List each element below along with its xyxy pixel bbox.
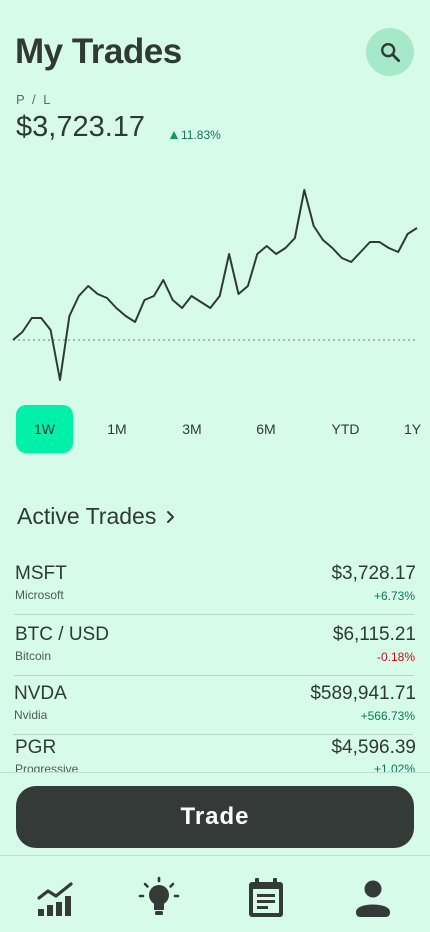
trade-symbol: BTC / USD [15, 624, 109, 645]
profile-icon [356, 880, 390, 917]
trade-change: -0.18% [376, 650, 415, 664]
trade-price: $3,728.17 [331, 563, 416, 584]
range-1y-button[interactable]: 1Y [404, 405, 430, 453]
trade-symbol: MSFT [15, 563, 67, 584]
trade-price: $4,596.39 [331, 737, 416, 758]
active-trades-title: Active Trades [17, 503, 157, 529]
pl-change-value: 11.83% [181, 128, 221, 142]
time-range-selector: 1W 1M 3M 6M YTD 1Y [0, 405, 430, 453]
calendar-icon [249, 878, 283, 917]
trade-change: +6.73% [373, 589, 415, 603]
trade-row-pgr[interactable]: PGR Progressive $4,596.39 +1.02% [14, 731, 416, 773]
active-trades-link[interactable]: Active Trades [17, 503, 176, 530]
nav-item-performance[interactable] [35, 876, 79, 920]
bottom-nav [0, 855, 430, 932]
trade-button[interactable]: Trade [16, 786, 414, 848]
chart-series-line [12, 189, 418, 381]
trade-row-msft[interactable]: MSFT Microsoft $3,728.17 +6.73% [14, 555, 416, 615]
chart-icon [37, 882, 73, 916]
trade-name: Bitcoin [15, 649, 52, 663]
trade-symbol: NVDA [14, 683, 67, 704]
chevron-right-icon [167, 510, 175, 523]
trade-row-nvda[interactable]: NVDA Nvidia $589,941.71 +566.73% [13, 675, 416, 735]
pl-change-badge: 11.83% [170, 128, 221, 142]
pl-value: $3,723.17 [16, 111, 146, 143]
trade-price: $6,115.21 [332, 624, 416, 645]
range-3m-button[interactable]: 3M [167, 405, 217, 453]
trade-name: Microsoft [15, 588, 64, 602]
nav-item-ideas[interactable] [137, 876, 181, 920]
active-trades-list: MSFT Microsoft $3,728.17 +6.73% BTC / US… [0, 555, 430, 773]
range-1m-button[interactable]: 1M [92, 405, 142, 453]
range-6m-button[interactable]: 6M [241, 405, 291, 453]
range-ytd-button[interactable]: YTD [318, 405, 373, 453]
lightbulb-icon [138, 876, 180, 915]
trade-symbol: PGR [15, 737, 57, 758]
page-title: My Trades [15, 32, 182, 71]
search-icon [381, 43, 401, 63]
nav-item-calendar[interactable] [244, 876, 288, 920]
trade-price: $589,941.71 [310, 683, 416, 704]
up-triangle-icon [170, 131, 178, 139]
header: My Trades [0, 0, 430, 90]
pl-label: P / L [16, 92, 53, 107]
list-bottom-divider [0, 772, 430, 773]
trade-row-btc[interactable]: BTC / USD Bitcoin $6,115.21 -0.18% [14, 616, 416, 676]
trade-name: Nvidia [14, 708, 48, 722]
range-1w-button[interactable]: 1W [16, 405, 73, 453]
trade-change: +566.73% [360, 709, 415, 723]
nav-item-profile[interactable] [351, 876, 395, 920]
pl-chart [12, 189, 418, 381]
search-button[interactable] [366, 28, 414, 76]
